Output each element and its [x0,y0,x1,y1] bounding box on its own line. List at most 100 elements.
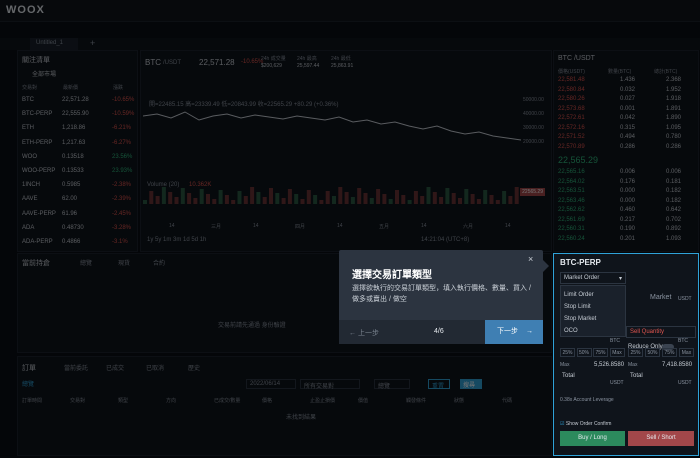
logo[interactable]: WOOX [6,4,45,16]
price-line-chart[interactable] [143,96,523,206]
bid-row[interactable]: 22,564.02 0.176 0.181 [558,179,694,189]
orders-panel: 訂單 當前委託 已成交 已取消 歷史 總覽 2022/06/14 所有交易對 總… [17,356,552,456]
orders-filter-overview[interactable]: 總覽 [22,379,34,388]
bid-row[interactable]: 22,560.31 0.190 0.892 [558,226,694,236]
bid-row[interactable]: 22,565.16 0.006 0.006 [558,169,694,179]
watch-pair: ETH [22,125,34,132]
search-button[interactable]: 搜尋 [460,379,482,389]
menu-stop-market[interactable]: Stop Market [564,316,596,322]
sell-pct-button[interactable]: 75% [662,348,677,357]
status-select[interactable]: 總覽 [374,379,410,390]
col-change[interactable]: 漲跌 [113,84,123,91]
buy-pct-button[interactable]: Max [609,348,625,357]
chart-symbol[interactable]: BTC [145,58,161,67]
date-to-input[interactable]: 2022/06/14 [246,379,296,389]
sell-pct-button[interactable]: 50% [645,348,660,357]
tab-spot[interactable]: 現貨 [118,258,130,267]
bid-qty: 0.217 [620,216,636,223]
chevron-down-icon: ▾ [618,276,622,282]
watchlist-row[interactable]: WOO-PERP 0.13533 23.93% [22,168,133,178]
tab-filled[interactable]: 已成交 [106,363,124,372]
watchlist-row[interactable]: BTC-PERP 22,555.90 -10.59% [22,111,134,121]
ask-row[interactable]: 22,580.26 0.027 1.918 [558,96,694,106]
ask-row[interactable]: 22,573.68 0.001 1.891 [558,106,694,116]
timeframe-selector[interactable]: 1y 5y 1m 3m 1d 5d 1h [147,237,206,243]
tour-next-button[interactable]: 下一步 → [485,320,543,344]
positions-empty-message[interactable]: 交易前請先通過 身份驗證 [218,320,286,329]
tab-history[interactable]: 歷史 [188,363,200,372]
close-icon[interactable]: × [528,254,533,264]
volume-bar [313,195,318,204]
ask-qty: 0.001 [620,105,636,112]
menu-oco[interactable]: OCO [564,328,578,334]
ask-price: 22,572.61 [558,115,585,121]
order-col-header: 類型 [118,398,129,404]
add-tab-button[interactable]: + [90,38,95,48]
bid-row[interactable]: 22,563.51 0.000 0.182 [558,188,694,198]
watchlist-row[interactable]: ADA 0.48730 -3.28% [22,225,133,235]
volume-bar [193,198,198,204]
tab-canceled[interactable]: 已取消 [146,363,164,372]
tour-prev-button[interactable]: ← 上一步 [349,328,379,338]
watchlist-row[interactable]: BTC 22,571.28 -10.65% [22,97,135,107]
watch-change: -3.1% [112,239,128,245]
pairs-select[interactable]: 所有交易對 [300,379,360,390]
tab-futures[interactable]: 合約 [153,258,165,267]
bid-price: 22,564.02 [558,178,585,185]
bid-row[interactable]: 22,563.46 0.000 0.182 [558,198,694,208]
col-price[interactable]: 最新價 [63,84,78,91]
menu-limit-order[interactable]: Limit Order [564,292,594,298]
max-buy-label: Max [560,362,570,368]
price-series-line [143,111,522,141]
col-pair[interactable]: 交易對 [22,84,37,91]
bid-row[interactable]: 22,560.24 0.201 1.093 [558,236,694,246]
sell-pct-button[interactable]: Max [679,348,694,357]
buy-pct-button[interactable]: 25% [560,348,575,357]
tab-overview[interactable]: 總覽 [80,258,92,267]
volume-bar [476,199,481,204]
tab-open-orders[interactable]: 當前委託 [64,363,88,372]
show-confirm-checkbox[interactable]: ☑ Show Order Confirm [560,421,611,427]
market-filter-tab[interactable]: 全部市場 [32,69,56,78]
buy-qty-unit: BTC [610,338,620,344]
order-col-header: 交易對 [70,398,86,404]
bid-row[interactable]: 22,561.69 0.217 0.702 [558,217,694,227]
buy-pct-button[interactable]: 75% [593,348,608,357]
watchlist-row[interactable]: AAVE-PERP 61.96 -2.45% [22,211,133,221]
bid-price: 22,563.46 [558,197,585,204]
ask-row[interactable]: 22,572.16 0.315 1.095 [558,125,694,135]
volume-bar [256,192,261,204]
volume-bar [413,191,418,204]
ask-row[interactable]: 22,570.89 0.286 0.286 [558,144,694,154]
bid-total: 0.182 [666,188,682,194]
volume-bar [502,191,507,204]
watchlist-row[interactable]: WOO 0.13518 23.56% [22,154,133,164]
volume-bar [376,189,381,204]
buy-long-button[interactable]: Buy / Long [560,431,625,446]
form-symbol[interactable]: BTC-PERP [560,258,601,267]
watchlist-row[interactable]: ETH 1,218.86 -6.21% [22,125,133,135]
ask-row[interactable]: 22,572.61 0.042 1.890 [558,115,694,125]
buy-pct-button[interactable]: 50% [576,348,592,357]
watch-change: -10.65% [112,97,135,103]
order-type-select[interactable]: Market Order ▾ [560,272,626,284]
sell-short-button[interactable]: Sell / Short [628,431,694,446]
ask-row[interactable]: 22,571.52 0.494 0.780 [558,134,694,144]
ask-row[interactable]: 22,580.84 0.032 1.952 [558,87,694,97]
ask-qty: 0.032 [620,86,636,93]
chart-panel: BTC /USDT 22,571.28 -10.65% 24h 成交量 $200… [140,50,552,252]
watchlist-row[interactable]: ADA-PERP 0.4866 -3.1% [22,239,133,249]
x-tick-label: 14 [505,223,511,229]
reset-button[interactable]: 重置 [428,379,450,390]
sell-pct-button[interactable]: 25% [628,348,643,357]
watchlist-row[interactable]: AAVE 62.00 -2.39% [22,196,133,206]
watchlist-row[interactable]: 1INCH 0.5985 -2.38% [22,182,133,192]
watchlist-row[interactable]: ETH-PERP 1,217.63 -6.27% [22,140,133,150]
watch-change: -2.38% [112,182,132,189]
ask-row[interactable]: 22,581.48 1.436 2.368 [558,77,694,87]
book-col-total: 總計(BTC) [654,69,678,75]
bid-row[interactable]: 22,562.62 0.460 0.642 [558,207,694,217]
menu-stop-limit[interactable]: Stop Limit [564,304,591,310]
tab-untitled-1[interactable]: Untitled_1 [30,38,78,50]
sell-quantity-input[interactable]: Sell Quantity [626,326,696,338]
